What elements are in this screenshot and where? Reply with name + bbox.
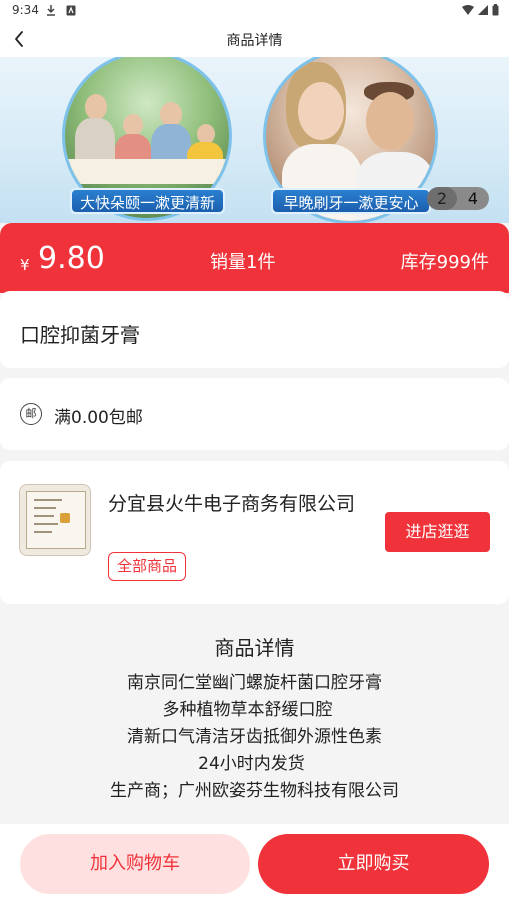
product-name-card: 口腔抑菌牙膏 — [0, 291, 509, 368]
carousel-page-indicator: 2 4 — [427, 187, 489, 210]
visit-shop-button[interactable]: 进店逛逛 — [385, 512, 490, 552]
banner-caption-2: 早晚刷牙一漱更安心 — [271, 188, 431, 214]
banner-caption-1: 大快朵颐一漱更清新 — [70, 188, 225, 214]
shipping-text: 满0.00包邮 — [54, 408, 143, 428]
indicator-current: 2 — [427, 187, 457, 210]
shop-card: 分宜县火牛电子商务有限公司 全部商品 进店逛逛 — [0, 461, 509, 604]
indicator-total: 4 — [467, 189, 479, 208]
sales-count: 销量1件 — [210, 252, 276, 273]
stock-count: 库存999件 — [400, 252, 489, 273]
detail-line: 生产商；广州欧姿芬生物科技有限公司 — [110, 781, 399, 801]
product-image-carousel[interactable]: 大快朵颐一漱更清新 早晚刷牙一漱更安心 2 4 — [0, 57, 509, 223]
wifi-icon — [462, 5, 474, 15]
battery-icon — [492, 4, 499, 16]
price-value: 9.80 — [38, 241, 105, 276]
status-time: 9:34 — [12, 3, 39, 17]
detail-line: 多种植物草本舒缓口腔 — [162, 700, 333, 720]
product-detail-section: 商品详情 南京同仁堂幽门螺旋杆菌口腔牙膏 多种植物草本舒缓口腔 清新口气清洁牙齿… — [0, 614, 509, 824]
app-notification-icon — [66, 5, 76, 16]
nav-bar: 商品详情 — [0, 22, 509, 57]
product-name: 口腔抑菌牙膏 — [20, 323, 140, 347]
add-to-cart-button[interactable]: 加入购物车 — [20, 834, 250, 894]
download-icon — [47, 5, 55, 16]
status-bar: 9:34 — [0, 0, 509, 22]
price-bar: ¥ 9.80 销量1件 库存999件 — [0, 223, 509, 293]
page-title: 商品详情 — [226, 33, 283, 49]
mail-icon: 邮 — [20, 403, 42, 425]
detail-line: 清新口气清洁牙齿抵御外源性色素 — [127, 727, 382, 747]
signal-icon — [478, 5, 488, 15]
shop-logo[interactable] — [19, 484, 91, 556]
currency-symbol: ¥ — [20, 256, 30, 274]
shop-name[interactable]: 分宜县火牛电子商务有限公司 — [108, 491, 364, 518]
detail-line: 24小时内发货 — [198, 754, 305, 774]
detail-title: 商品详情 — [214, 636, 295, 660]
bottom-action-bar: 加入购物车 立即购买 — [0, 824, 509, 904]
buy-now-button[interactable]: 立即购买 — [258, 834, 489, 894]
detail-line: 南京同仁堂幽门螺旋杆菌口腔牙膏 — [127, 673, 382, 693]
shipping-card: 邮 满0.00包邮 — [0, 378, 509, 450]
all-goods-button[interactable]: 全部商品 — [108, 552, 187, 581]
